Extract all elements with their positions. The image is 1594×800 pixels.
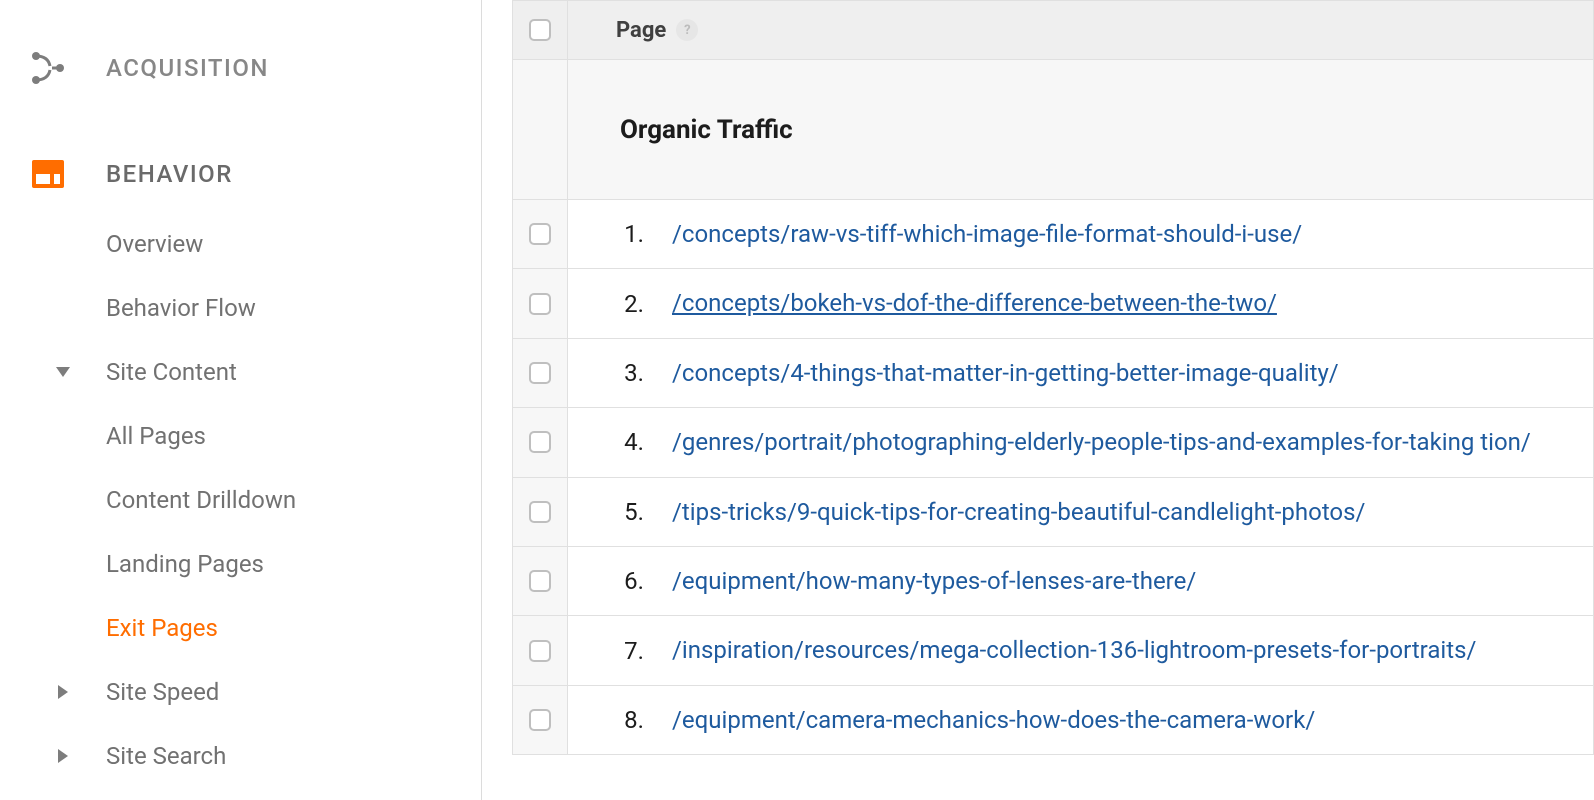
page-link[interactable]: /concepts/bokeh-vs-dof-the-difference-be… xyxy=(672,287,1277,319)
row-content: 4. /genres/portrait/photographing-elderly… xyxy=(568,408,1593,476)
nav-label: ACQUISITION xyxy=(106,54,269,82)
checkbox-icon xyxy=(529,362,551,384)
checkbox-icon xyxy=(529,709,551,731)
column-header-page[interactable]: Page ? xyxy=(568,18,698,43)
nav-item-behavior-flow[interactable]: Behavior Flow xyxy=(106,276,481,340)
caret-down-icon xyxy=(54,367,72,377)
caret-right-icon xyxy=(54,749,72,763)
table-row: 7. /inspiration/resources/mega-collection… xyxy=(512,616,1594,685)
nav-item-landing-pages[interactable]: Landing Pages xyxy=(0,532,481,596)
checkbox-icon xyxy=(529,570,551,592)
row-number: 2. xyxy=(596,290,644,318)
sidebar: ACQUISITION BEHAVIOR Overview Behavior F… xyxy=(0,0,482,800)
table-row: 2. /concepts/bokeh-vs-dof-the-difference-… xyxy=(512,269,1594,338)
row-number: 8. xyxy=(596,706,644,734)
row-number: 6. xyxy=(596,567,644,595)
row-number: 3. xyxy=(596,359,644,387)
segment-blank-col xyxy=(513,60,568,199)
help-icon[interactable]: ? xyxy=(676,19,698,41)
row-checkbox-cell[interactable] xyxy=(513,339,568,407)
checkbox-icon xyxy=(529,223,551,245)
segment-header: Organic Traffic xyxy=(512,60,1594,200)
row-number: 7. xyxy=(596,637,644,665)
table-header: Page ? xyxy=(512,0,1594,60)
nav-item-site-search[interactable]: Site Search xyxy=(0,724,481,788)
main-content: Page ? Organic Traffic 1. /concepts/raw-v… xyxy=(482,0,1594,800)
page-link[interactable]: /inspiration/resources/mega-collection-1… xyxy=(672,634,1476,666)
row-checkbox-cell[interactable] xyxy=(513,547,568,615)
table-row: 1. /concepts/raw-vs-tiff-which-image-file… xyxy=(512,200,1594,269)
checkbox-icon xyxy=(529,431,551,453)
checkbox-icon xyxy=(529,640,551,662)
nav-section-acquisition[interactable]: ACQUISITION xyxy=(0,30,481,106)
nav-label: Site Content xyxy=(106,358,237,386)
nav-section-behavior[interactable]: BEHAVIOR xyxy=(0,136,481,212)
row-checkbox-cell[interactable] xyxy=(513,616,568,684)
row-content: 2. /concepts/bokeh-vs-dof-the-difference-… xyxy=(568,269,1593,337)
nav-label: Site Speed xyxy=(106,678,219,706)
acquisition-icon xyxy=(28,48,68,88)
nav-label: BEHAVIOR xyxy=(106,160,233,188)
column-header-label: Page xyxy=(616,18,666,43)
behavior-icon xyxy=(28,154,68,194)
row-content: 3. /concepts/4-things-that-matter-in-gett… xyxy=(568,339,1593,407)
row-checkbox-cell[interactable] xyxy=(513,478,568,546)
table-row: 4. /genres/portrait/photographing-elderly… xyxy=(512,408,1594,477)
table-row: 6. /equipment/how-many-types-of-lenses-ar… xyxy=(512,547,1594,616)
row-number: 5. xyxy=(596,498,644,526)
row-content: 1. /concepts/raw-vs-tiff-which-image-file… xyxy=(568,200,1593,268)
row-content: 7. /inspiration/resources/mega-collection… xyxy=(568,616,1593,684)
nav-label: Site Search xyxy=(106,742,226,770)
table-body: 1. /concepts/raw-vs-tiff-which-image-file… xyxy=(512,200,1594,755)
row-checkbox-cell[interactable] xyxy=(513,686,568,754)
page-link[interactable]: /concepts/4-things-that-matter-in-gettin… xyxy=(672,357,1339,389)
row-number: 1. xyxy=(596,220,644,248)
page-link[interactable]: /concepts/raw-vs-tiff-which-image-file-f… xyxy=(672,218,1302,250)
page-link[interactable]: /tips-tricks/9-quick-tips-for-creating-b… xyxy=(672,496,1365,528)
row-content: 5. /tips-tricks/9-quick-tips-for-creating… xyxy=(568,478,1593,546)
site-content-children: All Pages Content Drilldown Landing Page… xyxy=(0,404,481,660)
caret-right-icon xyxy=(54,685,72,699)
page-link[interactable]: /equipment/camera-mechanics-how-does-the… xyxy=(672,704,1315,736)
table-row: 3. /concepts/4-things-that-matter-in-gett… xyxy=(512,339,1594,408)
nav-item-exit-pages[interactable]: Exit Pages xyxy=(0,596,481,660)
row-content: 6. /equipment/how-many-types-of-lenses-ar… xyxy=(568,547,1593,615)
row-checkbox-cell[interactable] xyxy=(513,200,568,268)
nav-item-site-content[interactable]: Site Content xyxy=(0,340,481,404)
row-number: 4. xyxy=(596,428,644,456)
row-checkbox-cell[interactable] xyxy=(513,269,568,337)
nav-item-site-speed[interactable]: Site Speed xyxy=(0,660,481,724)
row-checkbox-cell[interactable] xyxy=(513,408,568,476)
page-link[interactable]: /equipment/how-many-types-of-lenses-are-… xyxy=(672,565,1196,597)
nav-item-all-pages[interactable]: All Pages xyxy=(0,404,481,468)
table-row: 8. /equipment/camera-mechanics-how-does-t… xyxy=(512,686,1594,755)
checkbox-icon xyxy=(529,19,551,41)
behavior-submenu: Overview Behavior Flow xyxy=(0,212,481,340)
nav-item-content-drilldown[interactable]: Content Drilldown xyxy=(0,468,481,532)
table-row: 5. /tips-tricks/9-quick-tips-for-creating… xyxy=(512,478,1594,547)
checkbox-icon xyxy=(529,293,551,315)
row-content: 8. /equipment/camera-mechanics-how-does-t… xyxy=(568,686,1593,754)
nav-item-overview[interactable]: Overview xyxy=(106,212,481,276)
checkbox-icon xyxy=(529,501,551,523)
segment-title: Organic Traffic xyxy=(568,60,793,199)
select-all-cell[interactable] xyxy=(513,1,568,59)
page-link[interactable]: /genres/portrait/photographing-elderly-p… xyxy=(672,426,1531,458)
